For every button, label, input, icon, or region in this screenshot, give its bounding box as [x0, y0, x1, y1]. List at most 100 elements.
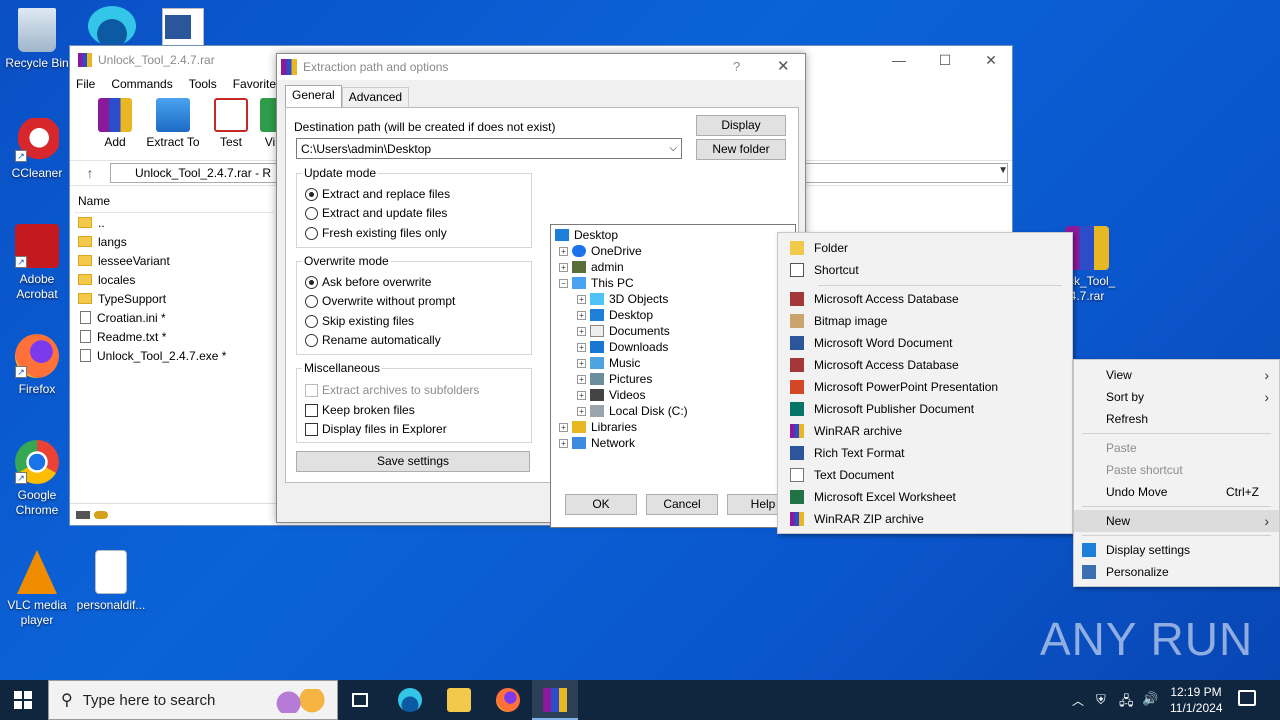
- menu-commands[interactable]: Commands: [111, 77, 172, 91]
- dialog-titlebar[interactable]: Extraction path and options: [277, 54, 805, 80]
- test-button[interactable]: Test: [202, 98, 260, 149]
- expand-plus-icon: +: [577, 406, 586, 416]
- file-explorer-icon[interactable]: [447, 688, 471, 712]
- task-view-icon[interactable]: [348, 688, 372, 712]
- list-item[interactable]: locales: [74, 270, 274, 289]
- menu-file[interactable]: File: [76, 77, 95, 91]
- tree-item-onedrive[interactable]: + OneDrive: [559, 243, 642, 259]
- winrar-taskbar-button[interactable]: [532, 680, 578, 720]
- menu-item-new-powerpoint[interactable]: Microsoft PowerPoint Presentation: [778, 376, 1072, 398]
- menu-item-new-excel-worksheet[interactable]: Microsoft Excel Worksheet: [778, 486, 1072, 508]
- chevron-up-icon[interactable]: ︿: [1072, 692, 1084, 709]
- desktop-icon-recycle-bin[interactable]: Recycle Bin: [0, 8, 74, 71]
- destination-path-combo[interactable]: C:\Users\admin\Desktop ⌵: [296, 138, 682, 159]
- list-item[interactable]: Readme.txt *: [74, 327, 274, 346]
- menu-item-display-settings[interactable]: Display settings: [1074, 539, 1279, 561]
- tree-item-admin[interactable]: + admin: [559, 259, 624, 275]
- menu-item-personalize[interactable]: Personalize: [1074, 561, 1279, 583]
- menu-favorites[interactable]: Favorites: [233, 77, 282, 91]
- menu-item-new-winrar-zip[interactable]: WinRAR ZIP archive: [778, 508, 1072, 530]
- menu-item-new-word-document[interactable]: Microsoft Word Document: [778, 332, 1072, 354]
- close-button[interactable]: ✕: [968, 46, 1014, 74]
- network-tray-icon[interactable]: 🖧: [1119, 692, 1134, 714]
- menu-item-new-winrar-archive[interactable]: WinRAR archive: [778, 420, 1072, 442]
- menu-item-view[interactable]: View ›: [1074, 364, 1279, 386]
- windows-start-icon[interactable]: [14, 691, 32, 709]
- tree-item-pc-desktop[interactable]: + Desktop: [577, 307, 653, 323]
- desktop-icon-personaldif[interactable]: personaldif...: [74, 550, 148, 613]
- list-item[interactable]: langs: [74, 232, 274, 251]
- new-folder-button[interactable]: New folder: [696, 139, 786, 160]
- ccleaner-icon: ↗: [15, 118, 59, 162]
- edge-taskbar-icon[interactable]: [398, 688, 422, 712]
- tree-item-music[interactable]: + Music: [577, 355, 640, 371]
- radio-skip-existing[interactable]: Skip existing files: [305, 313, 414, 329]
- tree-item-desktop[interactable]: Desktop: [555, 227, 618, 243]
- menu-item-new-access-database[interactable]: Microsoft Access Database: [778, 288, 1072, 310]
- up-arrow-icon[interactable]: ↑: [70, 165, 110, 181]
- tree-item-this-pc[interactable]: − This PC: [559, 275, 634, 291]
- menu-item-refresh[interactable]: Refresh: [1074, 408, 1279, 430]
- ok-button[interactable]: OK: [565, 494, 637, 515]
- word-document-desktop-icon[interactable]: [162, 8, 204, 46]
- radio-overwrite-without-prompt[interactable]: Overwrite without prompt: [305, 293, 455, 309]
- radio-rename-automatically[interactable]: Rename automatically: [305, 332, 441, 348]
- taskbar-search-box[interactable]: ⚲ Type here to search: [48, 680, 338, 720]
- help-question-button[interactable]: ?: [733, 59, 740, 74]
- list-item[interactable]: ..: [74, 213, 274, 232]
- firefox-taskbar-icon[interactable]: [496, 688, 520, 712]
- add-button[interactable]: Add: [86, 98, 144, 149]
- tree-item-network[interactable]: + Network: [559, 435, 635, 451]
- desktop-icon-adobe-acrobat[interactable]: ↗ Adobe Acrobat: [0, 224, 74, 302]
- list-item[interactable]: TypeSupport: [74, 289, 274, 308]
- path-dropdown-icon[interactable]: ▼: [998, 165, 1008, 176]
- folder-tree[interactable]: Desktop + OneDrive + admin − This PC +3D Ob…: [550, 224, 796, 528]
- list-item[interactable]: Croatian.ini *: [74, 308, 274, 327]
- check-keep-broken-files[interactable]: Keep broken files: [305, 402, 415, 418]
- column-header-name[interactable]: Name: [74, 189, 274, 213]
- radio-ask-before-overwrite[interactable]: Ask before overwrite: [305, 274, 431, 290]
- display-button[interactable]: Display: [696, 115, 786, 136]
- desktop-icon-ccleaner[interactable]: ↗ CCleaner: [0, 118, 74, 181]
- tree-item-3d-objects[interactable]: +3D Objects: [577, 291, 668, 307]
- tree-item-downloads[interactable]: + Downloads: [577, 339, 668, 355]
- save-settings-button[interactable]: Save settings: [296, 451, 530, 472]
- clock[interactable]: 12:19 PM 11/1/2024: [1170, 684, 1223, 716]
- dialog-close-button[interactable]: ✕: [777, 57, 790, 75]
- volume-icon[interactable]: 🔊: [1142, 691, 1158, 707]
- tree-item-documents[interactable]: + Documents: [577, 323, 670, 339]
- edge-desktop-icon[interactable]: [88, 6, 136, 46]
- menu-item-sort-by[interactable]: Sort by ›: [1074, 386, 1279, 408]
- menu-tools[interactable]: Tools: [189, 77, 217, 91]
- maximize-button[interactable]: ☐: [922, 46, 968, 74]
- tree-item-libraries[interactable]: + Libraries: [559, 419, 637, 435]
- radio-extract-update[interactable]: Extract and update files: [305, 205, 447, 221]
- menu-item-new-publisher[interactable]: Microsoft Publisher Document: [778, 398, 1072, 420]
- radio-fresh-existing[interactable]: Fresh existing files only: [305, 225, 447, 241]
- minimize-button[interactable]: —: [876, 46, 922, 74]
- menu-item-new-access-database-2[interactable]: Microsoft Access Database: [778, 354, 1072, 376]
- menu-item-new-text-document[interactable]: Text Document: [778, 464, 1072, 486]
- menu-item-new-folder[interactable]: Folder: [778, 237, 1072, 259]
- desktop-icon-vlc[interactable]: VLC media player: [0, 550, 74, 628]
- desktop-icon-google-chrome[interactable]: ↗ Google Chrome: [0, 440, 74, 518]
- menu-item-new-bitmap[interactable]: Bitmap image: [778, 310, 1072, 332]
- list-item[interactable]: lesseeVariant: [74, 251, 274, 270]
- cancel-button[interactable]: Cancel: [646, 494, 718, 515]
- security-tray-icon[interactable]: ⛨: [1096, 692, 1106, 708]
- menu-item-new[interactable]: New ›: [1074, 510, 1279, 532]
- menu-item-undo-move[interactable]: Undo Move Ctrl+Z: [1074, 481, 1279, 503]
- radio-extract-replace[interactable]: Extract and replace files: [305, 186, 450, 202]
- tree-item-videos[interactable]: + Videos: [577, 387, 645, 403]
- menu-item-new-shortcut[interactable]: Shortcut: [778, 259, 1072, 281]
- desktop-icon-firefox[interactable]: ↗ Firefox: [0, 334, 74, 397]
- tree-item-pictures[interactable]: + Pictures: [577, 371, 652, 387]
- check-display-in-explorer[interactable]: Display files in Explorer: [305, 421, 447, 437]
- list-item[interactable]: Unlock_Tool_2.4.7.exe *: [74, 346, 274, 365]
- menu-item-new-rich-text[interactable]: Rich Text Format: [778, 442, 1072, 464]
- tab-general[interactable]: General: [285, 85, 342, 107]
- extract-to-button[interactable]: Extract To: [144, 98, 202, 149]
- tree-item-local-disk[interactable]: + Local Disk (C:): [577, 403, 688, 419]
- notifications-icon[interactable]: [1238, 690, 1256, 706]
- tab-advanced[interactable]: Advanced: [341, 87, 410, 107]
